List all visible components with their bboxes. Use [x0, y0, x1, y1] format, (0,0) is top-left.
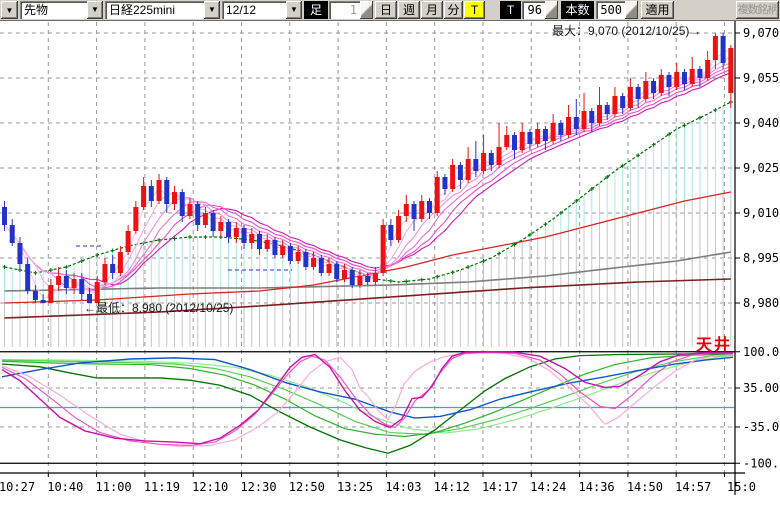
spinner-icon[interactable] [545, 1, 558, 19]
svg-text:14:03: 14:03 [385, 480, 421, 494]
chevron-down-icon[interactable]: ▼ [204, 1, 220, 19]
tick-label: T [500, 1, 521, 19]
period-month-button[interactable]: 月 [421, 1, 443, 19]
rci-pink-mid [2, 352, 733, 445]
rci-blue [2, 357, 733, 418]
rci-magenta-dark [2, 352, 733, 444]
svg-text:14:57: 14:57 [675, 480, 711, 494]
price-chart-svg[interactable]: 9,070 9,055 9,040 9,025 9,010 8,995 8,980 100.0… [0, 21, 780, 500]
svg-text:9,040: 9,040 [743, 116, 779, 130]
symbol-select-value: 日経225mini [105, 1, 204, 19]
ashi-label: 足 [304, 1, 328, 19]
svg-text:100.0: 100.0 [743, 345, 779, 359]
svg-text:14:36: 14:36 [579, 480, 615, 494]
rci-green-1 [2, 356, 733, 433]
bars-count-stepper[interactable]: 500 [596, 1, 638, 19]
svg-text:10:40: 10:40 [47, 480, 83, 494]
date-select[interactable]: 12/12 ▼ [222, 1, 302, 19]
svg-text:35.00: 35.00 [743, 381, 779, 395]
svg-text:12:50: 12:50 [289, 480, 325, 494]
spinner-icon[interactable] [625, 1, 638, 19]
toolbar: ▼ 先物 ▼ 日経225mini ▼ 12/12 ▼ 足 1 日 週 月 分 T… [0, 0, 780, 21]
spinner-icon[interactable] [360, 1, 373, 19]
apply-button[interactable]: 適用 [641, 1, 674, 19]
svg-text:11:00: 11:00 [96, 480, 132, 494]
period-week-button[interactable]: 週 [398, 1, 420, 19]
svg-text:14:50: 14:50 [627, 480, 663, 494]
ceiling-label: 天井 [696, 331, 732, 355]
ma-lines-layer [3, 100, 733, 318]
svg-text:-100.: -100. [743, 456, 779, 470]
ribbon-layer [5, 49, 731, 298]
interval-value: 1 [329, 1, 360, 19]
interval-stepper[interactable]: 1 [329, 1, 373, 19]
period-minute-button[interactable]: 分 [444, 1, 463, 19]
svg-text:14:17: 14:17 [482, 480, 518, 494]
period-day-button[interactable]: 日 [375, 1, 397, 19]
svg-text:13:25: 13:25 [337, 480, 373, 494]
svg-text:14:24: 14:24 [530, 480, 566, 494]
rci-green-2 [2, 355, 733, 434]
max-annotation: 最大：9,070 (2012/10/25)→ [552, 22, 701, 39]
svg-text:9,055: 9,055 [743, 71, 779, 85]
bars-count-value: 500 [596, 1, 625, 19]
svg-text:14:12: 14:12 [434, 480, 470, 494]
period-tick-button[interactable]: T [464, 1, 485, 19]
svg-text:11:19: 11:19 [144, 480, 180, 494]
multi-symbol-button[interactable]: 複数銘柄 [736, 1, 779, 19]
tick-count-stepper[interactable]: 96 [522, 1, 558, 19]
chevron-down-icon[interactable]: ▼ [87, 1, 103, 19]
svg-text:15:0: 15:0 [727, 480, 756, 494]
svg-text:12:10: 12:10 [192, 480, 228, 494]
chevron-down-icon[interactable]: ▼ [286, 1, 302, 19]
bars-label: 本数 [561, 1, 594, 19]
date-select-value: 12/12 [222, 1, 286, 19]
svg-text:8,980: 8,980 [743, 296, 779, 310]
svg-text:12:30: 12:30 [240, 480, 276, 494]
svg-text:8,995: 8,995 [743, 251, 779, 265]
svg-text:9,010: 9,010 [743, 206, 779, 220]
svg-text:9,070: 9,070 [743, 26, 779, 40]
history-dropdown-button[interactable]: ▼ [1, 1, 18, 19]
market-select-value: 先物 [20, 1, 87, 19]
symbol-select[interactable]: 日経225mini ▼ [105, 1, 220, 19]
chart-area[interactable]: 9,070 9,055 9,040 9,025 9,010 8,995 8,980 100.0… [0, 21, 780, 500]
oscillator-layer [0, 352, 735, 464]
min-annotation: ←最低：8,980 (2012/10/25) [84, 299, 233, 316]
market-select[interactable]: 先物 ▼ [20, 1, 103, 19]
candles-layer [2, 33, 733, 303]
svg-text:10:27: 10:27 [0, 480, 35, 494]
svg-text:-35.0: -35.0 [743, 420, 779, 434]
grid-layer [0, 22, 735, 473]
svg-text:9,025: 9,025 [743, 161, 779, 175]
tick-count-value: 96 [522, 1, 545, 19]
